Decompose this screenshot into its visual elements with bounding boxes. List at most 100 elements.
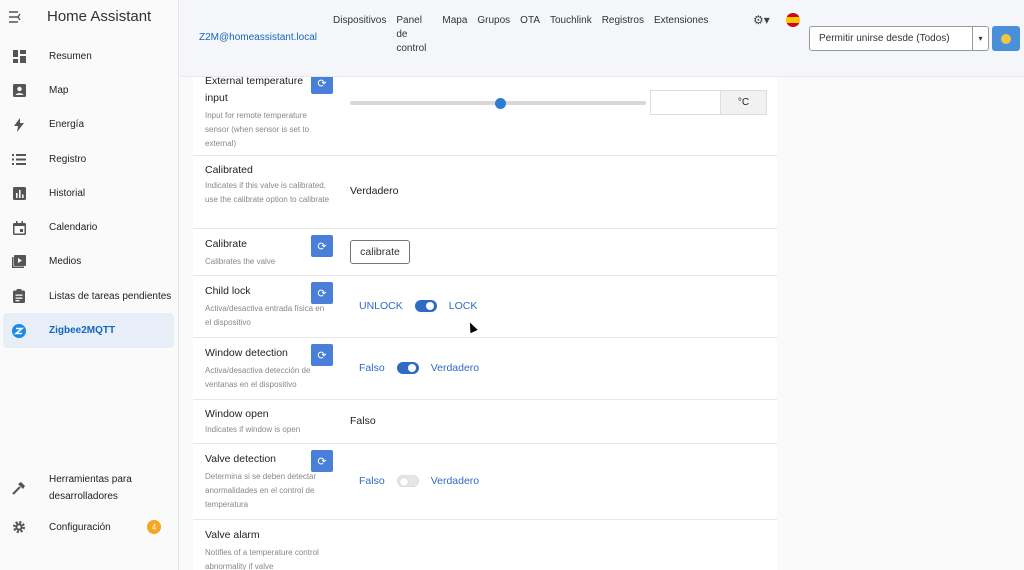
unit-label: °C xyxy=(720,90,767,115)
chevron-down-icon[interactable]: ▾ xyxy=(972,27,988,50)
sidebar-item-label: Medios xyxy=(49,256,82,268)
sidebar-item-label: Registro xyxy=(49,153,87,165)
window-detection-toggle[interactable] xyxy=(396,362,419,374)
clipboard-icon xyxy=(12,289,26,304)
row-window-detection: Window detection ⟳ Activa/desactiva dete… xyxy=(193,338,777,400)
calendar-icon xyxy=(12,220,26,235)
account-box-icon xyxy=(12,83,26,97)
window-open-value: Falso xyxy=(350,415,376,427)
sidebar-item-calendario[interactable]: Calendario xyxy=(3,210,174,244)
sidebar-item-energia[interactable]: Energía xyxy=(3,108,174,142)
child-lock-toggle-group: UNLOCK LOCK xyxy=(359,300,477,312)
row-description: Determina si se deben detectar anormalid… xyxy=(205,472,317,509)
row-valve-detection: Valve detection ⟳ Determina si se deben … xyxy=(193,444,777,520)
calibrate-button[interactable]: calibrate xyxy=(350,240,410,264)
row-description: Calibrates the valve xyxy=(205,257,276,266)
slider-handle[interactable] xyxy=(495,97,506,109)
nav-ota[interactable]: OTA xyxy=(520,14,540,56)
row-title: Window open xyxy=(205,408,269,420)
host-link[interactable]: Z2M@homeassistant.local xyxy=(199,32,317,43)
row-description: Indicates if window is open xyxy=(205,425,301,434)
sidebar-item-label: Zigbee2MQTT xyxy=(49,325,116,337)
row-window-open: Window open Indicates if window is open … xyxy=(193,400,777,444)
row-title: Window detection xyxy=(205,347,288,359)
row-calibrate: Calibrate ⟳ Calibrates the valve calibra… xyxy=(193,229,777,276)
nav-registros[interactable]: Registros xyxy=(602,14,644,56)
sidebar: Home Assistant Resumen Map Energía Regis… xyxy=(0,0,179,570)
nav-grupos[interactable]: Grupos xyxy=(477,14,510,56)
permit-join-button[interactable] xyxy=(992,26,1020,51)
toggle-off-label: Falso xyxy=(359,362,385,374)
sidebar-header: Home Assistant xyxy=(0,0,178,33)
sidebar-item-medios[interactable]: Medios xyxy=(3,245,174,279)
row-description: Activa/desactiva entrada física en el di… xyxy=(205,304,325,327)
permit-join-label: Permitir unirse desde (Todos) xyxy=(819,33,950,44)
sidebar-item-listas[interactable]: Listas de tareas pendientes xyxy=(3,279,174,313)
sidebar-item-label: Calendario xyxy=(49,222,98,234)
refresh-icon[interactable]: ⟳ xyxy=(311,450,333,472)
valve-detection-toggle[interactable] xyxy=(396,475,419,487)
row-title: Valve alarm xyxy=(205,529,260,541)
temperature-slider[interactable] xyxy=(350,97,646,109)
row-valve-alarm: Valve alarm Notifies of a temperature co… xyxy=(193,520,777,570)
toggle-on-label: Verdadero xyxy=(430,475,480,487)
nav-touchlink[interactable]: Touchlink xyxy=(550,14,592,56)
sidebar-item-map[interactable]: Map xyxy=(3,73,174,107)
sidebar-item-label: Energía xyxy=(49,119,85,131)
hammer-icon xyxy=(12,481,26,495)
list-icon xyxy=(12,152,26,166)
language-flag-icon[interactable] xyxy=(786,13,800,27)
chart-icon xyxy=(12,186,26,200)
nav-extensiones[interactable]: Extensiones xyxy=(654,14,708,56)
calibrated-value: Verdadero xyxy=(350,185,399,197)
app-title: Home Assistant xyxy=(47,8,152,25)
settings-menu-icon[interactable]: ⚙▾ xyxy=(753,13,770,27)
nav-panel-de-control[interactable]: Panel de control xyxy=(396,14,432,56)
row-description: Activa/desactiva detección de ventanas e… xyxy=(205,366,311,389)
sidebar-item-label: Configuración xyxy=(49,521,111,533)
refresh-icon[interactable]: ⟳ xyxy=(311,282,333,304)
exposes-panel: External temperature input ⟳ Input for r… xyxy=(193,77,777,570)
toggle-off-label: Falso xyxy=(359,475,385,487)
toggle-on-label: LOCK xyxy=(448,300,478,312)
row-child-lock: Child lock ⟳ Activa/desactiva entrada fí… xyxy=(193,276,777,338)
sidebar-item-herramientas[interactable]: Herramientas para desarrolladores xyxy=(3,466,175,510)
permit-join-select[interactable]: Permitir unirse desde (Todos) ▾ xyxy=(809,26,989,51)
child-lock-toggle[interactable] xyxy=(414,300,437,312)
row-description: Notifies of a temperature control abnorm… xyxy=(205,548,319,570)
sidebar-item-zigbee2mqtt[interactable]: Zigbee2MQTT xyxy=(3,313,174,348)
window-detection-toggle-group: Falso Verdadero xyxy=(359,362,479,374)
sidebar-item-registro[interactable]: Registro xyxy=(3,142,174,176)
lightning-icon xyxy=(12,117,26,132)
toggle-off-label: UNLOCK xyxy=(359,300,403,312)
valve-detection-toggle-group: Falso Verdadero xyxy=(359,475,479,487)
gear-icon xyxy=(12,520,26,534)
top-bar: Z2M@homeassistant.local Dispositivos Pan… xyxy=(180,0,1024,77)
refresh-icon[interactable]: ⟳ xyxy=(311,344,333,366)
sidebar-item-configuracion[interactable]: Configuración 4 xyxy=(3,510,175,544)
row-description: Input for remote temperature sensor (whe… xyxy=(205,111,310,148)
row-title: Valve detection xyxy=(205,453,277,465)
sidebar-item-label: Map xyxy=(49,84,69,96)
row-title: External temperature input xyxy=(205,77,304,104)
row-title: Calibrated xyxy=(205,164,253,176)
toggle-on-label: Verdadero xyxy=(430,362,480,374)
notification-badge: 4 xyxy=(147,520,161,535)
sidebar-item-label: Herramientas para desarrolladores xyxy=(49,474,132,502)
refresh-icon[interactable]: ⟳ xyxy=(311,77,333,94)
nav-dispositivos[interactable]: Dispositivos xyxy=(333,14,386,56)
sidebar-item-historial[interactable]: Historial xyxy=(3,176,174,210)
play-icon xyxy=(12,255,26,269)
sidebar-item-resumen[interactable]: Resumen xyxy=(3,39,174,73)
row-title: Calibrate xyxy=(205,238,248,250)
sidebar-item-label: Listas de tareas pendientes xyxy=(49,290,172,302)
row-description: Indicates if this valve is calibrated, u… xyxy=(205,181,330,204)
zigbee-icon xyxy=(12,323,26,338)
temperature-input[interactable] xyxy=(650,90,722,115)
dashboard-icon xyxy=(12,49,26,63)
row-title: Child lock xyxy=(205,285,251,297)
row-calibrated: Calibrated Indicates if this valve is ca… xyxy=(193,156,777,229)
nav-mapa[interactable]: Mapa xyxy=(442,14,467,56)
refresh-icon[interactable]: ⟳ xyxy=(311,235,333,257)
menu-icon[interactable] xyxy=(9,9,25,25)
